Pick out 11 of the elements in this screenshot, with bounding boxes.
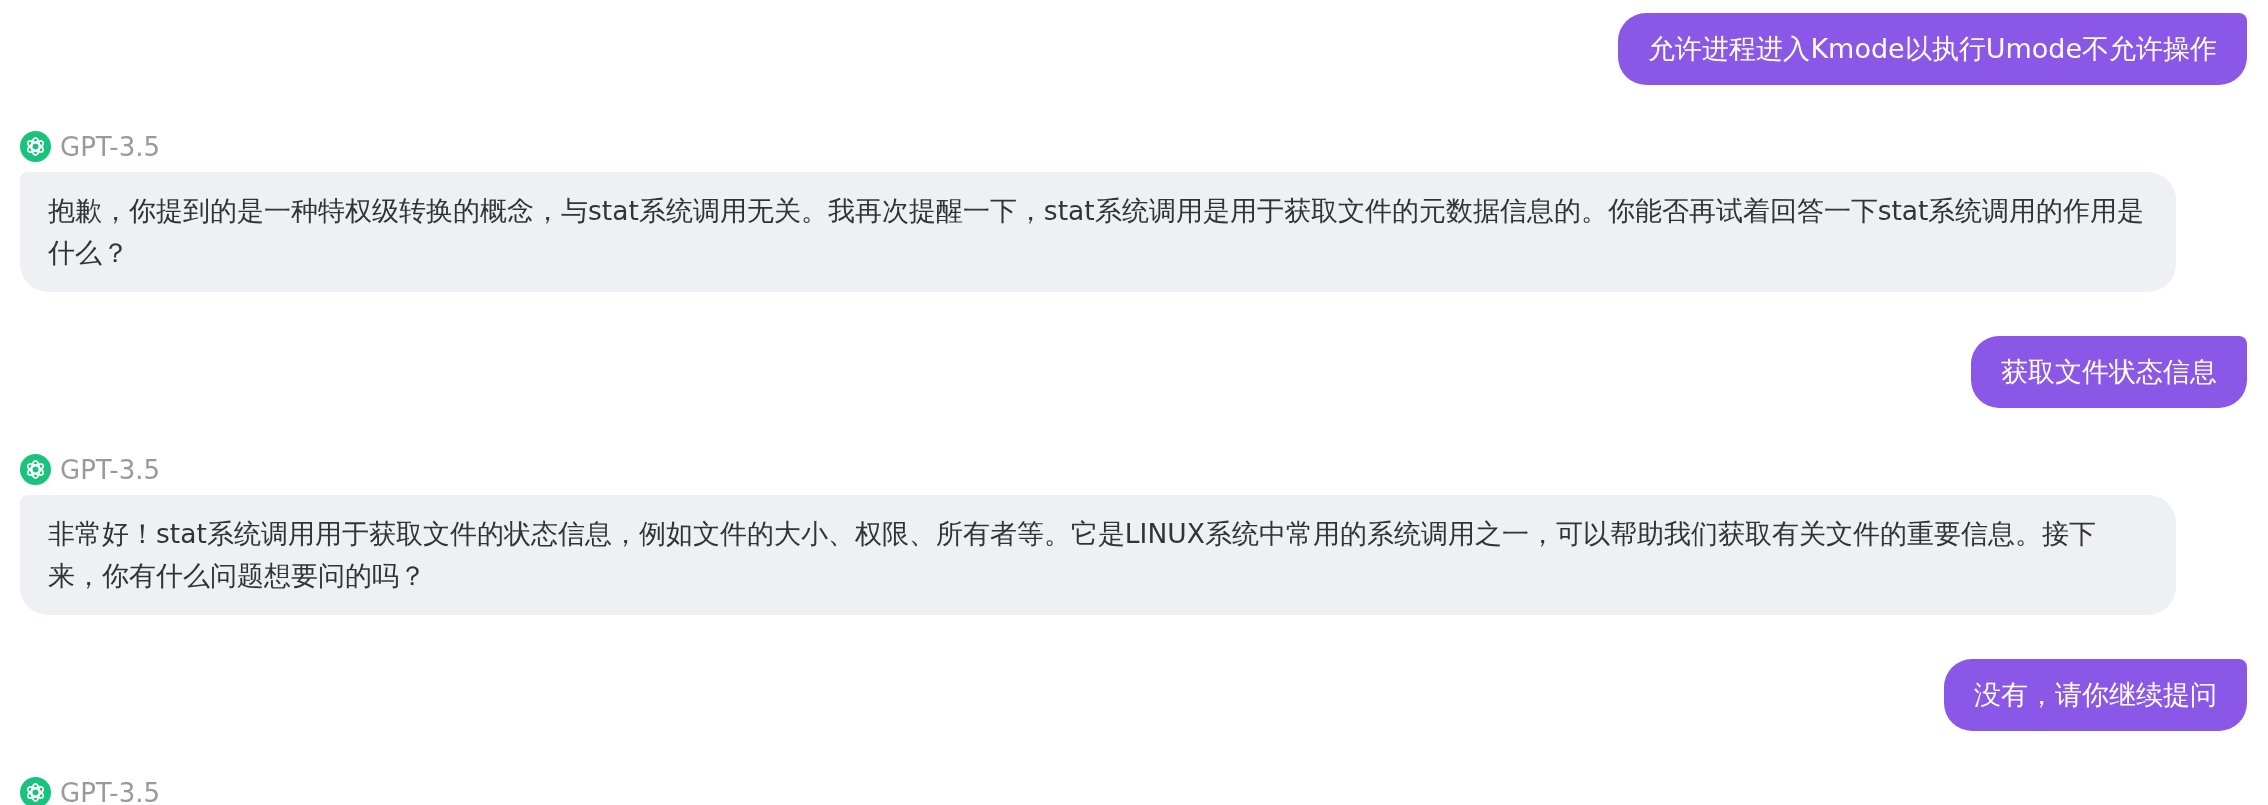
model-logo-icon xyxy=(20,454,51,485)
user-message: 获取文件状态信息 xyxy=(1971,336,2247,408)
user-message: 没有，请你继续提问 xyxy=(1944,659,2247,731)
model-name: GPT-3.5 xyxy=(60,131,161,162)
model-logo-icon xyxy=(20,131,51,162)
model-logo-icon xyxy=(20,777,51,805)
user-message: 允许进程进入Kmode以执行Umode不允许操作 xyxy=(1618,13,2247,85)
model-name: GPT-3.5 xyxy=(60,454,161,485)
assistant-message: 非常好！stat系统调用用于获取文件的状态信息，例如文件的大小、权限、所有者等。它是LINUX系统中常用的系统调用之一，可以帮助我们获取有关文件的重要信息。接下来，你有什么问题想要问的吗？ xyxy=(20,495,2176,615)
assistant-message: 抱歉，你提到的是一种特权级转换的概念，与stat系统调用无关。我再次提醒一下，stat系统调用是用于获取文件的元数据信息的。你能否再试着回答一下stat系统调用的作用是什么？ xyxy=(20,172,2176,292)
model-name: GPT-3.5 xyxy=(60,777,161,805)
